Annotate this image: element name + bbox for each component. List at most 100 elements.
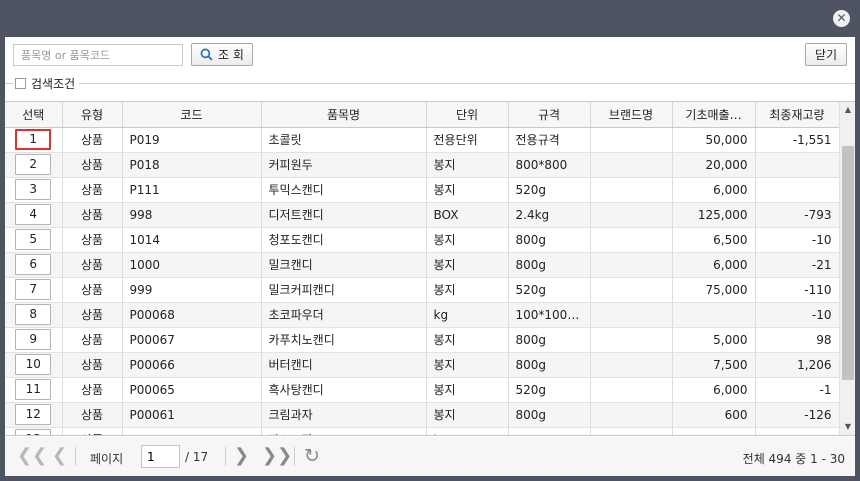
final-stock-cell	[755, 177, 840, 203]
item-type-cell: 상품	[62, 177, 123, 203]
column-header[interactable]: 품목명	[261, 102, 427, 128]
item-brand-cell	[590, 252, 673, 278]
column-header[interactable]: 코드	[122, 102, 262, 128]
item-code-cell: P00058	[122, 427, 262, 435]
select-row-button[interactable]: 6	[15, 254, 52, 275]
search-icon	[200, 48, 213, 61]
item-spec-cell: 800*800	[508, 152, 591, 178]
search-button[interactable]: 조 회	[191, 43, 253, 66]
item-brand-cell	[590, 327, 673, 353]
select-cell: 10	[5, 352, 63, 378]
final-stock-cell: 98	[755, 327, 840, 353]
select-cell: 13	[5, 427, 63, 435]
table-row[interactable]: 2 상품 P018 커피원두 봉지 800*800 20,000	[5, 152, 840, 178]
close-button[interactable]: 닫기	[805, 43, 847, 66]
select-row-button[interactable]: 1	[15, 129, 52, 150]
select-row-button[interactable]: 2	[15, 154, 52, 175]
item-name-cell: 청포도캔디	[261, 227, 427, 253]
column-header[interactable]: 최종재고량	[755, 102, 840, 128]
item-name-cell: 밀크캔디	[261, 252, 427, 278]
column-header[interactable]: 기초매출…	[672, 102, 756, 128]
table-row[interactable]: 5 상품 1014 청포도캔디 봉지 800g 6,500 -10	[5, 227, 840, 253]
table-body: 1 상품 P019 초콜릿 전용단위 전용규격 50,000 -1,551 2 상품 P018 커피원…	[5, 127, 840, 435]
item-unit-cell: 봉지	[426, 377, 509, 403]
table-row[interactable]: 1 상품 P019 초콜릿 전용단위 전용규격 50,000 -1,551	[5, 127, 840, 153]
table-row[interactable]: 8 상품 P00068 초코파우더 kg 100*100 … -10	[5, 302, 840, 328]
first-page-icon[interactable]: ❮❮	[17, 447, 47, 465]
item-code-cell: P00067	[122, 327, 262, 353]
item-unit-cell: 봉지	[426, 152, 509, 178]
item-spec-cell: 800g	[508, 352, 591, 378]
next-page-icon[interactable]: ❯	[234, 447, 249, 465]
table-row[interactable]: 7 상품 999 밀크커피캔디 봉지 520g 75,000 -110	[5, 277, 840, 303]
base-sales-cell: 6,500	[672, 227, 756, 253]
base-sales-cell	[672, 427, 756, 435]
select-row-button[interactable]: 8	[15, 304, 52, 325]
item-type-cell: 상품	[62, 427, 123, 435]
select-cell: 2	[5, 152, 63, 178]
item-name-cell: 커피원두	[261, 152, 427, 178]
table-row[interactable]: 6 상품 1000 밀크캔디 봉지 800g 6,000 -21	[5, 252, 840, 278]
column-header[interactable]: 브랜드명	[590, 102, 673, 128]
item-type-cell: 상품	[62, 327, 123, 353]
column-header[interactable]: 선택	[5, 102, 63, 128]
final-stock-cell	[755, 427, 840, 435]
close-icon[interactable]: ✕	[833, 10, 850, 27]
item-name-cell: 크림과자	[261, 402, 427, 428]
prev-page-icon[interactable]: ❮	[52, 447, 67, 465]
scrollbar-thumb[interactable]	[842, 146, 854, 380]
refresh-icon[interactable]: ↻	[304, 447, 320, 466]
item-name-cell: 투믹스캔디	[261, 177, 427, 203]
select-cell: 4	[5, 202, 63, 228]
table-row[interactable]: 9 상품 P00067 카푸치노캔디 봉지 800g 5,000 98	[5, 327, 840, 353]
item-grid: 선택 유형 코드 품목명 단위 규격 브랜드명 기초매출… 최종재고량 1 상품 P019 초콜릿 전용…	[5, 101, 855, 436]
scroll-down-icon[interactable]: ▼	[840, 419, 855, 435]
column-header[interactable]: 단위	[426, 102, 509, 128]
table-row[interactable]: 11 상품 P00065 흑사탕캔디 봉지 520g 6,000 -1	[5, 377, 840, 403]
table-row[interactable]: 4 상품 998 디저트캔디 BOX 2.4kg 125,000 -793	[5, 202, 840, 228]
search-conditions-checkbox[interactable]	[15, 78, 26, 89]
last-page-icon[interactable]: ❯❯	[262, 447, 292, 465]
item-type-cell: 상품	[62, 302, 123, 328]
close-button-label: 닫기	[814, 48, 838, 62]
item-spec-cell: 520g	[508, 177, 591, 203]
select-row-button[interactable]: 3	[15, 179, 52, 200]
select-cell: 5	[5, 227, 63, 253]
item-unit-cell: 봉지	[426, 177, 509, 203]
table-row[interactable]: 13 상품P00058박스포장box	[5, 427, 840, 435]
select-row-button[interactable]: 7	[15, 279, 52, 300]
item-spec-cell: 2.4kg	[508, 202, 591, 228]
item-code-cell: P111	[122, 177, 262, 203]
column-header[interactable]: 규격	[508, 102, 591, 128]
final-stock-cell: -21	[755, 252, 840, 278]
final-stock-cell: 1,206	[755, 352, 840, 378]
item-type-cell: 상품	[62, 202, 123, 228]
table-row[interactable]: 10 상품 P00066 버터캔디 봉지 800g 7,500 1,206	[5, 352, 840, 378]
item-code-cell: P00061	[122, 402, 262, 428]
select-row-button[interactable]: 11	[15, 379, 52, 400]
item-code-cell: P018	[122, 152, 262, 178]
select-cell: 11	[5, 377, 63, 403]
page-number-input[interactable]	[141, 445, 180, 468]
select-row-button[interactable]: 13	[15, 429, 52, 435]
item-code-cell: 999	[122, 277, 262, 303]
item-brand-cell	[590, 152, 673, 178]
select-row-button[interactable]: 4	[15, 204, 52, 225]
item-brand-cell	[590, 177, 673, 203]
table-row[interactable]: 3 상품 P111 투믹스캔디 봉지 520g 6,000	[5, 177, 840, 203]
item-spec-cell: 100*100 …	[508, 302, 591, 328]
total-pages: / 17	[185, 450, 209, 464]
table-row[interactable]: 12 상품 P00061 크림과자 봉지 800g 600 -126	[5, 402, 840, 428]
select-row-button[interactable]: 10	[15, 354, 52, 375]
item-spec-cell: 520g	[508, 377, 591, 403]
select-row-button[interactable]: 12	[15, 404, 52, 425]
select-row-button[interactable]: 9	[15, 329, 52, 350]
search-input[interactable]	[13, 44, 183, 66]
vertical-scrollbar[interactable]: ▲ ▼	[839, 102, 855, 435]
select-row-button[interactable]: 5	[15, 229, 52, 250]
base-sales-cell: 7,500	[672, 352, 756, 378]
base-sales-cell: 6,000	[672, 177, 756, 203]
column-header[interactable]: 유형	[62, 102, 123, 128]
search-conditions-toggle[interactable]: 검색조건	[13, 75, 80, 92]
scroll-up-icon[interactable]: ▲	[840, 102, 855, 118]
